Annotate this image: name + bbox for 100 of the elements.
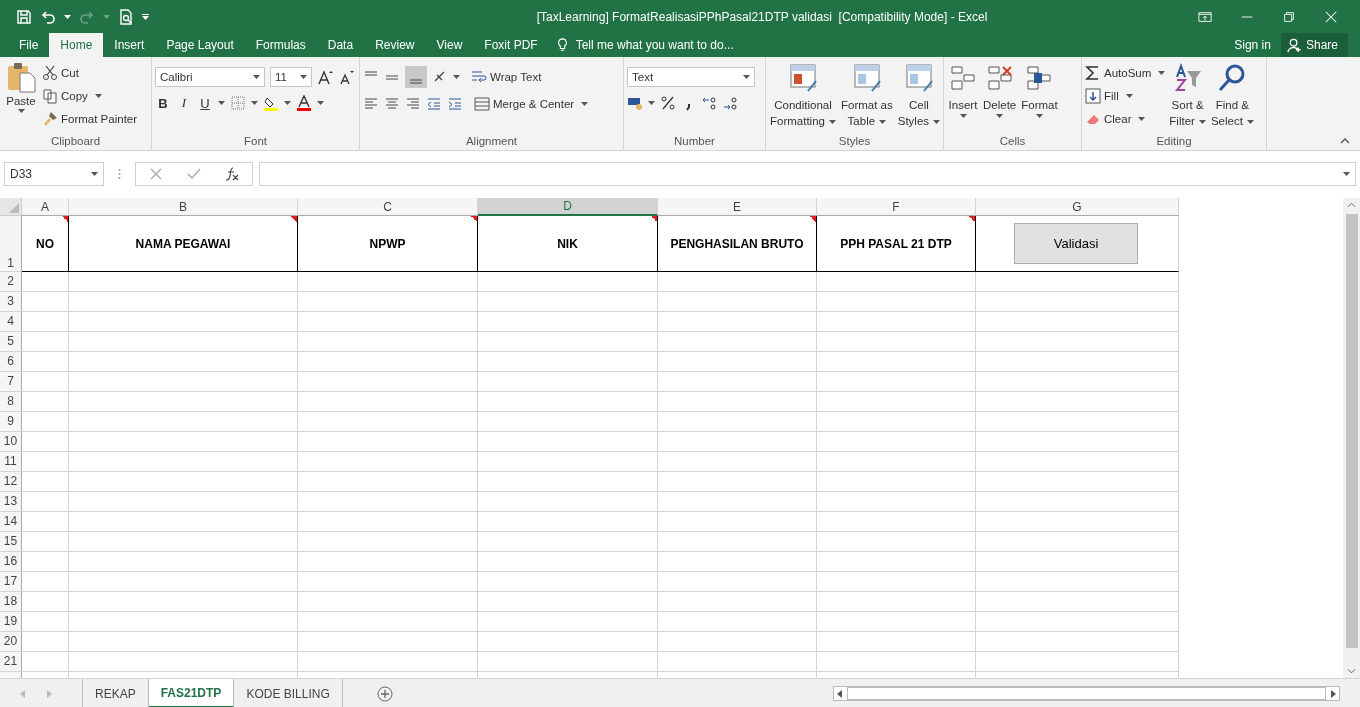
paste-button[interactable]: Paste xyxy=(3,61,39,135)
ribbon-tab[interactable]: Insert xyxy=(103,33,156,57)
row-header[interactable]: 15 xyxy=(0,532,22,552)
increase-indent-icon[interactable] xyxy=(447,95,463,112)
column-header[interactable]: F xyxy=(817,198,976,216)
row-header[interactable]: 8 xyxy=(0,392,22,412)
column-header[interactable]: E xyxy=(658,198,817,216)
caret-icon[interactable] xyxy=(218,101,225,105)
italic-button[interactable]: I xyxy=(176,95,192,111)
sheet-tab[interactable]: KODE BILLING xyxy=(234,679,343,707)
find-select-button[interactable]: Find & Select xyxy=(1209,61,1255,135)
row-header[interactable]: 21 xyxy=(0,652,22,672)
align-right-icon[interactable] xyxy=(405,95,421,112)
wrap-text-button[interactable]: Wrap Text xyxy=(471,67,542,86)
clear-button[interactable]: Clear xyxy=(1085,109,1166,128)
share-button[interactable]: Share xyxy=(1280,33,1348,57)
scrollbar-thumb[interactable] xyxy=(1345,214,1358,648)
shrink-font-icon[interactable] xyxy=(338,69,354,85)
scroll-down-icon[interactable] xyxy=(1347,668,1356,674)
fill-color-icon[interactable] xyxy=(263,95,279,111)
fill-button[interactable]: Fill xyxy=(1085,86,1166,105)
ribbon-tab[interactable]: Page Layout xyxy=(155,33,245,57)
column-header[interactable]: D xyxy=(478,198,658,216)
caret-icon[interactable] xyxy=(317,101,324,105)
row-header[interactable]: 5 xyxy=(0,332,22,352)
row-header[interactable]: 1 xyxy=(0,216,22,272)
checkmark-icon[interactable] xyxy=(186,166,202,182)
scroll-left-icon[interactable] xyxy=(837,689,843,698)
caret-icon[interactable] xyxy=(453,74,460,79)
undo-icon[interactable] xyxy=(40,8,56,25)
tell-me-field[interactable]: Tell me what you want to do... xyxy=(556,33,778,57)
ribbon-tab[interactable]: Review xyxy=(364,33,426,57)
font-name-field[interactable]: Calibri xyxy=(155,67,265,87)
decrease-indent-icon[interactable] xyxy=(426,95,442,112)
row-header[interactable]: 13 xyxy=(0,492,22,512)
scrollbar-thumb[interactable] xyxy=(847,687,1326,700)
caret-icon[interactable] xyxy=(648,101,655,105)
add-sheet-icon[interactable] xyxy=(376,685,393,702)
autosum-button[interactable]: AutoSum xyxy=(1085,63,1166,82)
cells-button[interactable]: Format xyxy=(1020,61,1059,135)
ribbon-tab[interactable]: Data xyxy=(316,33,365,57)
font-size-field[interactable]: 11 xyxy=(270,67,312,87)
sheet-tab[interactable]: FAS21DTP xyxy=(148,679,235,707)
decrease-decimal-icon[interactable] xyxy=(723,95,739,111)
merge-center-button[interactable]: Merge & Center xyxy=(474,94,589,113)
percent-icon[interactable] xyxy=(660,95,676,111)
vertical-scrollbar[interactable] xyxy=(1343,198,1360,678)
ribbon-tab[interactable]: Foxit PDF xyxy=(473,33,549,57)
ribbon-tab[interactable]: Formulas xyxy=(244,33,317,57)
cancel-icon[interactable] xyxy=(148,166,164,182)
row-header[interactable]: 19 xyxy=(0,612,22,632)
restore-icon[interactable] xyxy=(1282,9,1296,24)
row-header[interactable]: 3 xyxy=(0,292,22,312)
row-header[interactable]: 17 xyxy=(0,572,22,592)
row-header[interactable]: 14 xyxy=(0,512,22,532)
close-icon[interactable] xyxy=(1324,9,1338,24)
format-painter-button[interactable]: Format Painter xyxy=(42,109,138,128)
save-icon[interactable] xyxy=(16,8,32,25)
ribbon-tab[interactable]: File xyxy=(8,33,50,57)
row-header[interactable]: 11 xyxy=(0,452,22,472)
font-color-icon[interactable] xyxy=(296,95,312,111)
column-header[interactable]: A xyxy=(22,198,69,216)
currency-icon[interactable] xyxy=(627,95,643,111)
row-header[interactable]: 4 xyxy=(0,312,22,332)
align-bottom-icon[interactable] xyxy=(405,65,427,88)
sign-in-link[interactable]: Sign in xyxy=(1224,33,1281,57)
cut-button[interactable]: Cut xyxy=(42,63,138,82)
insert-function-icon[interactable] xyxy=(224,166,240,182)
ribbon-display-icon[interactable] xyxy=(1198,9,1212,24)
sheet-tab[interactable]: REKAP xyxy=(83,679,149,707)
print-preview-icon[interactable] xyxy=(118,8,134,25)
style-button[interactable]: Format as Table xyxy=(839,61,894,135)
column-header[interactable]: G xyxy=(976,198,1179,216)
row-header[interactable]: 12 xyxy=(0,472,22,492)
style-button[interactable]: Cell Styles xyxy=(896,61,942,135)
scroll-up-icon[interactable] xyxy=(1347,202,1356,208)
customize-icon[interactable] xyxy=(142,13,149,20)
grow-font-icon[interactable] xyxy=(317,69,333,85)
underline-button[interactable]: U xyxy=(197,95,213,111)
row-header[interactable]: 18 xyxy=(0,592,22,612)
caret-icon[interactable] xyxy=(64,13,71,20)
cells-button[interactable]: Delete xyxy=(982,61,1018,135)
column-header[interactable]: C xyxy=(298,198,478,216)
copy-button[interactable]: Copy xyxy=(42,86,138,105)
formula-field[interactable] xyxy=(259,162,1356,186)
caret-icon[interactable] xyxy=(251,101,258,105)
bold-button[interactable]: B xyxy=(155,95,171,111)
cells-button[interactable]: Insert xyxy=(947,61,979,135)
align-center-icon[interactable] xyxy=(384,95,400,112)
validasi-button[interactable]: Validasi xyxy=(1014,223,1138,264)
row-header[interactable]: 9 xyxy=(0,412,22,432)
increase-decimal-icon[interactable] xyxy=(702,95,718,111)
row-header[interactable]: 2 xyxy=(0,272,22,292)
row-header[interactable]: 16 xyxy=(0,552,22,572)
ribbon-tab[interactable]: View xyxy=(425,33,474,57)
row-header[interactable]: 10 xyxy=(0,432,22,452)
align-left-icon[interactable] xyxy=(363,95,379,112)
row-header[interactable]: 20 xyxy=(0,632,22,652)
collapse-ribbon-icon[interactable] xyxy=(1340,138,1350,144)
ribbon-tab[interactable]: Home xyxy=(49,33,104,57)
